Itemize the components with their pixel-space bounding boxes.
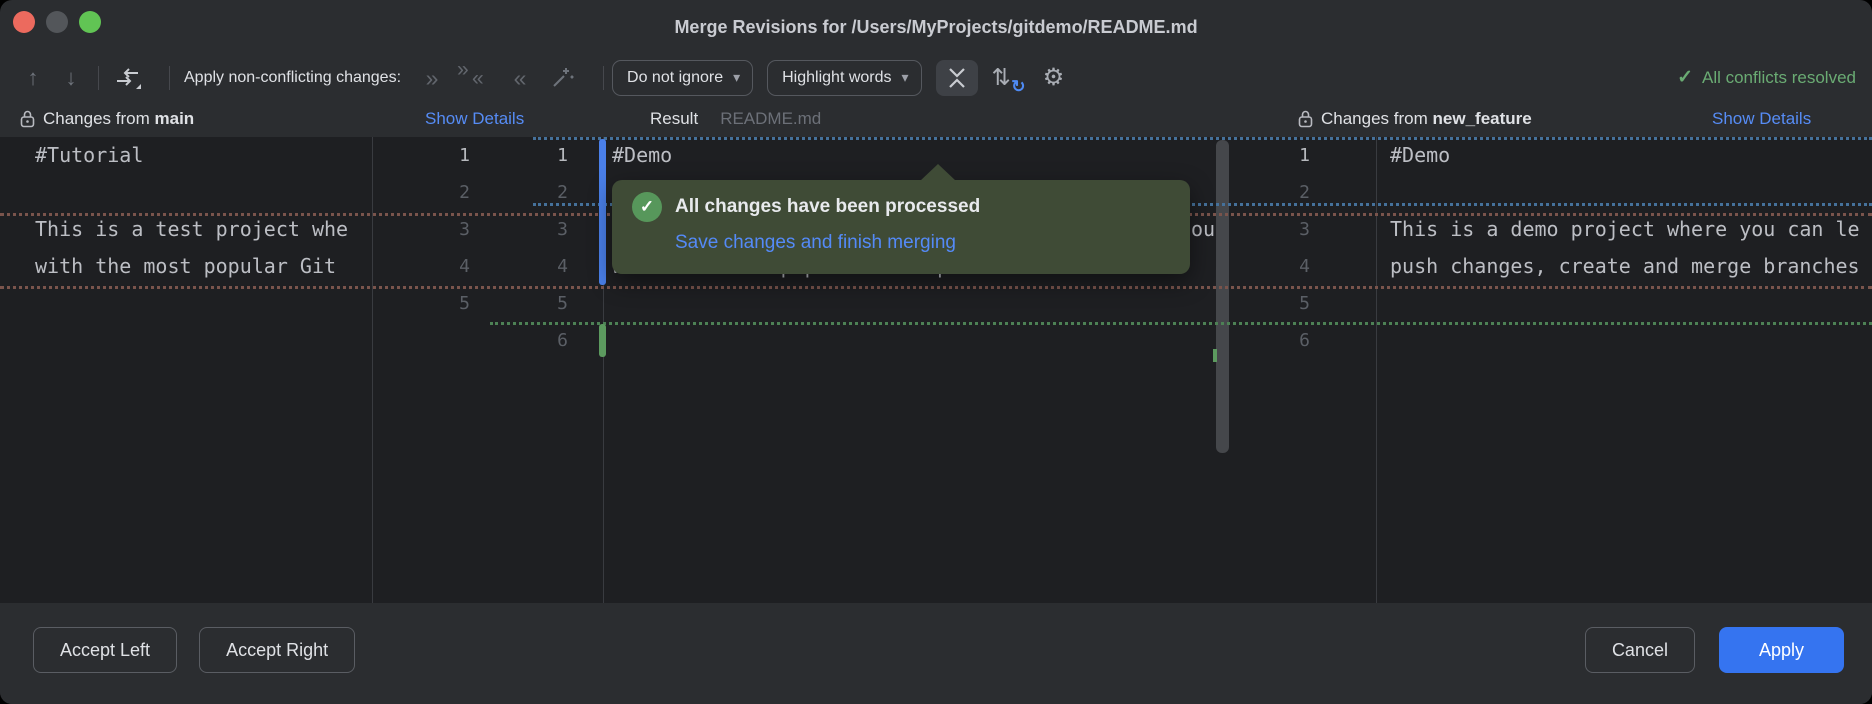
left-show-details-link[interactable]: Show Details [425,100,524,137]
apply-non-conflicting-right-button[interactable]: « [499,66,541,89]
result-code-line[interactable]: Refer to `git-features.md` to ch [612,322,1218,359]
all-changes-processed-popup: ✓ All changes have been processed Save c… [612,164,1190,274]
chevron-down-icon: ▾ [733,69,741,85]
result-code-line[interactable]: #Demo [612,137,1218,174]
right-line-number: 6 [1299,330,1310,351]
right-line-number: 5 [1299,293,1310,314]
window-title: Merge Revisions for /Users/MyProjects/gi… [674,17,1198,37]
change-bar-blue [599,139,606,285]
zoom-window-button[interactable] [79,11,101,33]
popup-title: All changes have been processed [675,196,981,217]
apply-all-non-conflicting-button[interactable] [107,60,149,96]
vertical-arrows-icon: ⇅ [991,63,1011,90]
result-line-number: 6 [557,330,568,351]
swap-arrows-icon [117,67,141,89]
right-show-details-link[interactable]: Show Details [1712,100,1811,137]
chevrons-left-icon: « [472,66,484,90]
right-branch-name: new_feature [1432,108,1532,128]
left-line-number: 4 [459,256,470,277]
left-branch-name: main [154,108,195,128]
sync-circle-icon: ↻ [1011,76,1026,96]
chevrons-right-icon: » [457,57,469,81]
left-line-number: 2 [459,182,470,203]
conflicts-status-label: All conflicts resolved [1701,67,1856,87]
footer: Accept Left Accept Right Cancel Apply [0,603,1872,704]
ignore-policy-value: Do not ignore [627,68,724,86]
right-line-number: 3 [1299,219,1310,240]
settings-button[interactable]: ⚙ [1034,63,1074,92]
next-change-button[interactable]: ↓ [52,65,90,91]
left-line-number: 3 [459,219,470,240]
left-pane-header: Changes from main [20,100,194,137]
apply-button[interactable]: Apply [1718,627,1844,673]
highlight-policy-value: Highlight words [782,68,892,86]
chevron-down-icon: ▾ [901,69,909,85]
pane-divider [1376,137,1377,603]
result-line-number: 3 [557,219,568,240]
ignore-policy-dropdown[interactable]: Do not ignore ▾ [612,59,754,96]
synchronize-scrolling-button[interactable]: ⇅ ↻ [990,62,1026,96]
success-check-icon: ✓ [632,192,662,222]
apply-non-conflicting-label: Apply non-conflicting changes: [184,68,402,86]
result-label: Result [650,108,699,128]
right-line-number: 4 [1299,256,1310,277]
right-code-line: #Demo [1390,143,1451,167]
lock-icon [20,110,35,128]
toolbar: ↑ ↓ Apply non-conflicting changes: » » «… [0,55,1872,100]
right-pane-header: Changes from new_feature [1298,100,1532,137]
collapse-vertical-icon [948,67,965,88]
toolbar-separator [169,65,170,90]
right-code-line: push changes, create and merge branches [1390,254,1860,278]
left-line-number: 1 [459,145,470,166]
left-code-line: with the most popular Git [35,254,349,278]
checkmark-icon: ✓ [1677,67,1693,88]
accept-right-button[interactable]: Accept Right [199,627,356,673]
magic-wand-icon [553,67,574,87]
left-pane-title: Changes from main [43,108,195,128]
titlebar: Merge Revisions for /Users/MyProjects/gi… [0,0,1872,55]
apply-non-conflicting-all-button[interactable]: » « [453,58,499,94]
change-bar-green [599,324,606,357]
change-separator-blue [533,137,1872,140]
left-code-line: #Tutorial [35,143,144,167]
right-code-line: This is a demo project where you can le [1390,217,1860,241]
right-code-line: Refer to `git-features.md` to check ou [1390,322,1872,359]
pane-divider [372,137,373,603]
toolbar-separator [98,65,99,90]
right-line-number: 1 [1299,145,1310,166]
conflicts-status: ✓ All conflicts resolved [1677,55,1856,100]
highlight-policy-dropdown[interactable]: Highlight words ▾ [767,59,922,96]
right-pane-title: Changes from new_feature [1321,108,1532,128]
popup-arrow [920,164,956,181]
result-line-number: 4 [557,256,568,277]
merge-editor: #Tutorial This is a test project whe wit… [0,137,1872,603]
scrollbar-change-marker [1213,349,1217,362]
change-separator-brown [0,286,1872,289]
collapse-unchanged-button[interactable] [935,59,978,96]
result-pane-header: Result README.md [650,100,821,137]
result-filename: README.md [720,108,822,128]
change-separator-green [490,322,1872,325]
result-line-number: 1 [557,145,568,166]
accept-left-button[interactable]: Accept Left [33,627,178,673]
save-and-finish-link[interactable]: Save changes and finish merging [675,232,1170,254]
left-code-line: This is a test project whe [35,217,349,241]
result-scrollbar-thumb[interactable] [1216,140,1229,453]
merge-revisions-dialog: Merge Revisions for /Users/MyProjects/gi… [0,0,1872,704]
left-line-number: 5 [459,293,470,314]
previous-change-button[interactable]: ↑ [14,65,52,91]
resolve-simple-conflicts-button[interactable] [541,60,583,96]
close-window-button[interactable] [13,11,35,33]
minimize-window-button[interactable] [46,11,68,33]
pane-headers: Changes from main Show Details Result RE… [0,100,1872,137]
toolbar-separator [603,65,605,90]
lock-icon [1298,110,1313,128]
cancel-button[interactable]: Cancel [1584,627,1695,673]
apply-non-conflicting-left-button[interactable]: » [411,66,453,89]
traffic-lights [13,11,101,33]
result-line-number: 5 [557,293,568,314]
result-line3-visible-tail[interactable]: ou [1191,211,1219,248]
